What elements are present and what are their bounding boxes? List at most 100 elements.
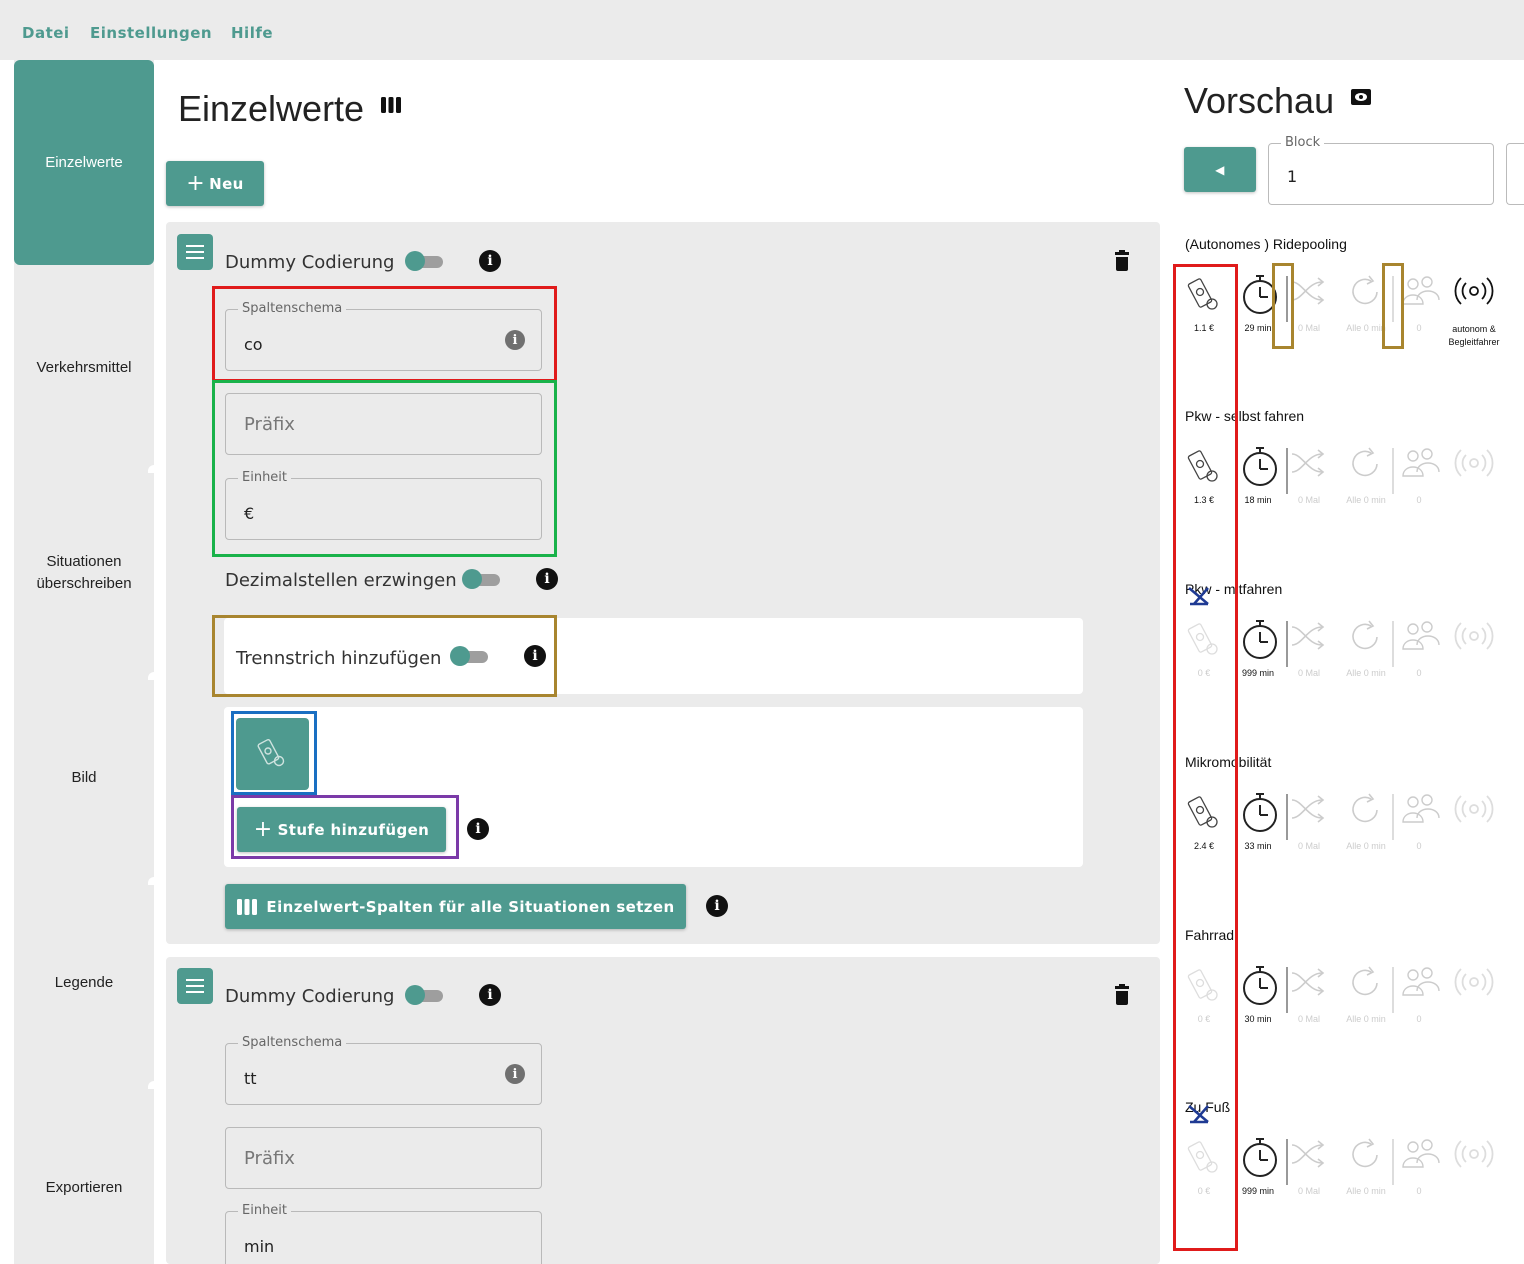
shuffle-icon <box>1291 277 1325 305</box>
money-icon <box>1187 450 1218 482</box>
menu-einstellungen[interactable]: Einstellungen <box>90 24 212 42</box>
preview-people: 0 <box>1416 1014 1422 1024</box>
info-icon[interactable]: i <box>505 1064 525 1084</box>
sidebar-item-legende[interactable]: Legende <box>14 880 154 1085</box>
sidebar-divider <box>148 672 154 680</box>
menu-hilfe[interactable]: Hilfe <box>231 24 273 42</box>
refresh-icon <box>1352 620 1378 650</box>
sidebar-item-situationen[interactable]: Situationen überschreiben <box>14 470 154 675</box>
drag-menu-icon[interactable] <box>177 234 213 270</box>
money-icon <box>1187 278 1218 310</box>
people-icon <box>1402 1139 1440 1168</box>
einheit-value: € <box>244 504 255 523</box>
delete-icon[interactable] <box>1115 250 1129 271</box>
info-icon[interactable]: i <box>479 984 501 1006</box>
add-stufe-button[interactable]: + Stufe hinzufügen <box>237 807 446 852</box>
dezimal-label: Dezimalstellen erzwingen <box>225 570 457 591</box>
einheit-field[interactable]: Einheit € <box>225 470 542 540</box>
autonomous-icon <box>1454 622 1494 650</box>
divider <box>1392 621 1394 667</box>
praefix-placeholder: Präfix <box>244 414 295 435</box>
preview-switch: 0 Mal <box>1297 323 1320 333</box>
stopwatch-icon <box>1243 275 1277 314</box>
preview-time: 33 min <box>1244 841 1272 851</box>
info-icon[interactable]: i <box>536 568 558 590</box>
stopwatch-icon <box>1243 620 1277 659</box>
sidebar-item-verkehrsmittel[interactable]: Verkehrsmittel <box>14 265 154 470</box>
spaltenschema-field[interactable]: Spaltenschema co i <box>225 301 542 371</box>
autonomous-icon <box>1454 277 1494 305</box>
menu-datei[interactable]: Datei <box>22 24 70 42</box>
preview-people: 0 <box>1416 495 1422 505</box>
prev-block-button[interactable]: ◀ <box>1184 147 1256 192</box>
trennstrich-toggle[interactable] <box>450 646 490 666</box>
praefix-field[interactable]: Präfix <box>225 393 542 455</box>
strike-icon <box>1188 1105 1209 1124</box>
stopwatch-icon <box>1243 966 1277 1005</box>
einheit-label: Einheit <box>238 1203 292 1218</box>
autonomous-icon <box>1454 968 1494 996</box>
preview-frequency: Alle 0 min <box>1346 841 1386 851</box>
sidebar-item-einzelwerte[interactable]: Einzelwerte <box>14 60 154 265</box>
second-field[interactable] <box>1506 143 1524 205</box>
preview-frequency: Alle 0 min <box>1346 668 1386 678</box>
preview-time: 29 min <box>1244 323 1272 333</box>
preview-cost: 0 € <box>1197 1186 1211 1196</box>
preview-mode-name: Pkw - selbst fahren <box>1185 408 1305 424</box>
preview-extra: autonom & Begleitfahrer <box>1448 324 1500 347</box>
divider <box>1392 276 1394 322</box>
divider <box>1286 967 1288 1013</box>
preview-people: 0 <box>1416 323 1422 333</box>
delete-icon[interactable] <box>1115 984 1129 1005</box>
info-icon[interactable]: i <box>479 250 501 272</box>
preview-cost: 1.3 € <box>1193 495 1215 505</box>
block-field[interactable]: Block 1 <box>1268 135 1494 205</box>
preview-cost: 1.1 € <box>1193 323 1215 333</box>
einheit-field[interactable]: Einheit min <box>225 1203 542 1264</box>
sidebar-divider <box>148 877 154 885</box>
spaltenschema-field[interactable]: Spaltenschema tt i <box>225 1035 542 1105</box>
preview-title: Vorschau <box>1184 80 1372 122</box>
sidebar-divider <box>148 465 154 473</box>
stopwatch-icon <box>1243 793 1277 832</box>
dezimal-toggle[interactable] <box>462 569 502 589</box>
new-button-label: Neu <box>209 174 244 193</box>
spaltenschema-value: tt <box>244 1069 257 1088</box>
set-all-situations-button[interactable]: Einzelwert-Spalten für alle Situationen … <box>225 884 686 929</box>
sidebar: Einzelwerte Verkehrsmittel Situationen ü… <box>14 60 154 1264</box>
dummy-toggle[interactable] <box>405 251 445 271</box>
divider <box>1286 794 1288 840</box>
preview-cost: 2.4 € <box>1193 841 1215 851</box>
sidebar-item-exportieren[interactable]: Exportieren <box>14 1085 154 1264</box>
divider <box>1286 621 1288 667</box>
drag-menu-icon[interactable] <box>177 968 213 1004</box>
shuffle-icon <box>1291 622 1325 650</box>
trennstrich-label: Trennstrich hinzufügen <box>236 648 442 669</box>
shuffle-icon <box>1291 1140 1325 1168</box>
info-icon[interactable]: i <box>505 330 525 350</box>
card-name-label: Dummy Codierung <box>225 252 395 273</box>
divider <box>1286 1139 1288 1185</box>
shuffle-icon <box>1291 449 1325 477</box>
block-value: 1 <box>1287 167 1298 186</box>
people-icon <box>1402 794 1440 823</box>
dummy-toggle[interactable] <box>405 985 445 1005</box>
card-name-label: Dummy Codierung <box>225 986 395 1007</box>
spaltenschema-label: Spaltenschema <box>238 301 347 316</box>
new-button[interactable]: + Neu <box>166 161 264 206</box>
stufe-icon-tile[interactable] <box>236 718 309 790</box>
info-icon[interactable]: i <box>467 818 489 840</box>
divider <box>1392 794 1394 840</box>
people-icon <box>1402 621 1440 650</box>
praefix-field[interactable]: Präfix <box>225 1127 542 1189</box>
preview-people: 0 <box>1416 668 1422 678</box>
info-icon[interactable]: i <box>524 645 546 667</box>
eye-icon <box>1351 89 1372 105</box>
preview-time: 30 min <box>1244 1014 1272 1024</box>
menu-bar: Datei Einstellungen Hilfe <box>0 0 1524 60</box>
money-icon <box>1187 969 1218 1001</box>
preview-switch: 0 Mal <box>1297 495 1320 505</box>
spaltenschema-value: co <box>244 335 263 354</box>
sidebar-item-bild[interactable]: Bild <box>14 675 154 880</box>
info-icon[interactable]: i <box>706 895 728 917</box>
